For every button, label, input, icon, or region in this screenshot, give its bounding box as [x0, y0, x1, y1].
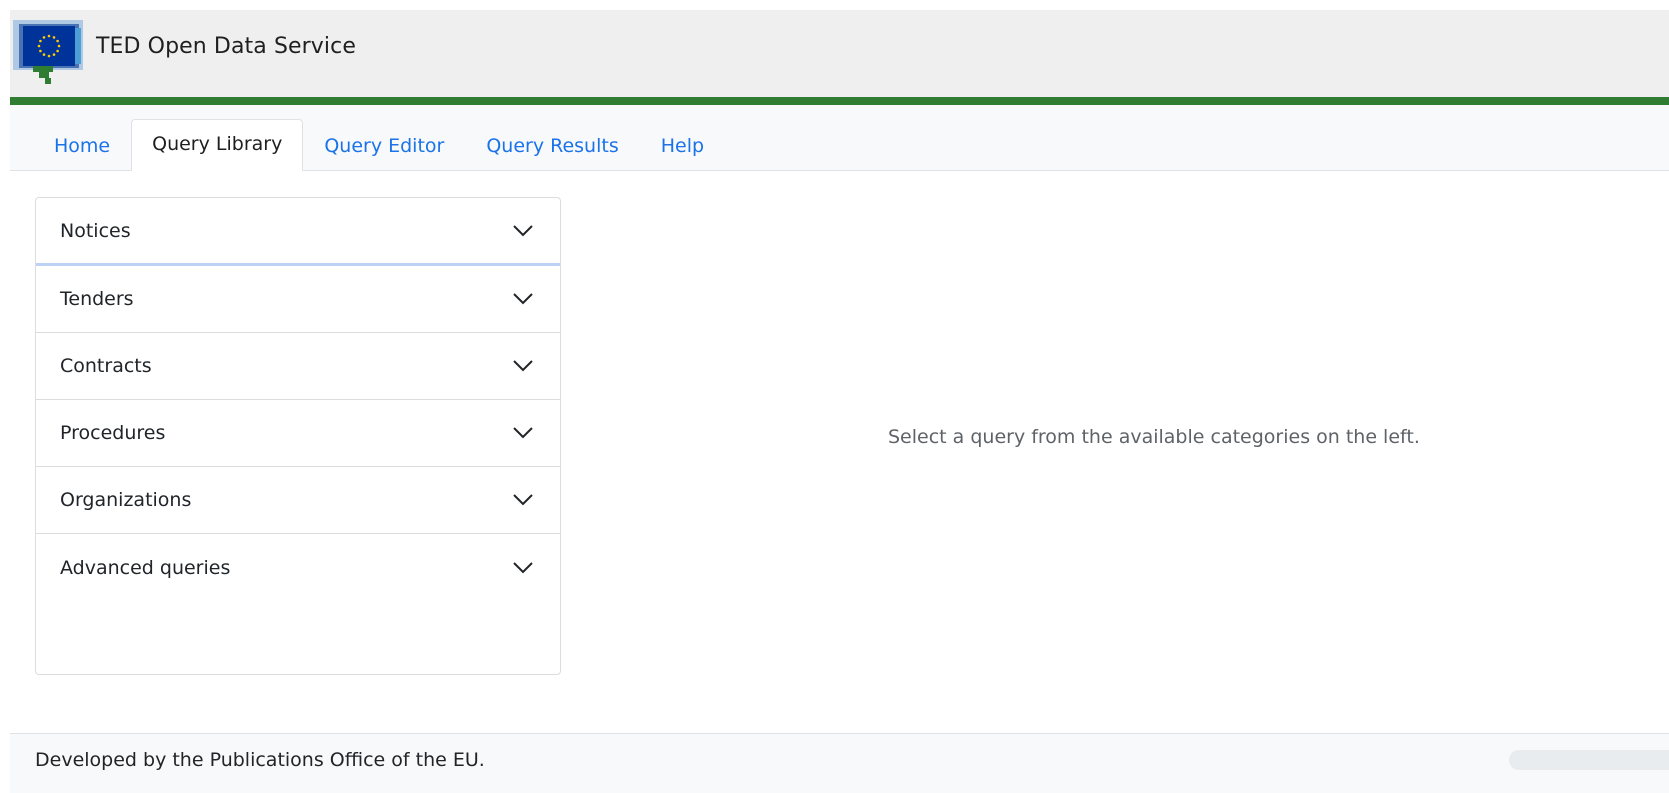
category-label: Tenders: [60, 288, 134, 310]
app-header: TED Open Data Service: [10, 10, 1669, 97]
chevron-down-icon: [512, 426, 534, 440]
category-advanced-queries[interactable]: Advanced queries: [36, 534, 560, 601]
query-category-accordion: Notices Tenders Contracts Procedures Org…: [35, 197, 561, 675]
chevron-down-icon: [512, 493, 534, 507]
chevron-down-icon: [512, 561, 534, 575]
category-label: Advanced queries: [60, 557, 230, 579]
main-nav: Home Query Library Query Editor Query Re…: [10, 105, 1669, 171]
category-label: Contracts: [60, 355, 152, 377]
chevron-down-icon: [512, 224, 534, 238]
tab-query-editor[interactable]: Query Editor: [303, 121, 465, 171]
category-tenders[interactable]: Tenders: [36, 266, 560, 333]
tab-query-results[interactable]: Query Results: [465, 121, 639, 171]
app-window: TED Open Data Service Home Query Library…: [10, 10, 1669, 780]
chevron-down-icon: [512, 359, 534, 373]
page-footer: Developed by the Publications Office of …: [10, 733, 1669, 793]
footer-placeholder-bar: [1509, 750, 1669, 770]
app-title: TED Open Data Service: [96, 34, 356, 59]
category-label: Notices: [60, 220, 131, 242]
tab-query-library[interactable]: Query Library: [131, 119, 303, 171]
tab-help[interactable]: Help: [640, 121, 725, 171]
category-label: Organizations: [60, 489, 191, 511]
chevron-down-icon: [512, 292, 534, 306]
category-procedures[interactable]: Procedures: [36, 400, 560, 467]
category-notices[interactable]: Notices: [36, 198, 560, 266]
category-organizations[interactable]: Organizations: [36, 467, 560, 534]
category-label: Procedures: [60, 422, 165, 444]
footer-credit: Developed by the Publications Office of …: [35, 749, 485, 771]
empty-state-message: Select a query from the available catego…: [888, 426, 1420, 448]
tab-home[interactable]: Home: [33, 121, 131, 171]
main-content: Notices Tenders Contracts Procedures Org…: [10, 171, 1669, 723]
header-accent-bar: [10, 97, 1669, 105]
eu-flag-speech-bubble-icon: [13, 20, 83, 85]
nav-tabs: Home Query Library Query Editor Query Re…: [33, 119, 725, 171]
category-contracts[interactable]: Contracts: [36, 333, 560, 400]
